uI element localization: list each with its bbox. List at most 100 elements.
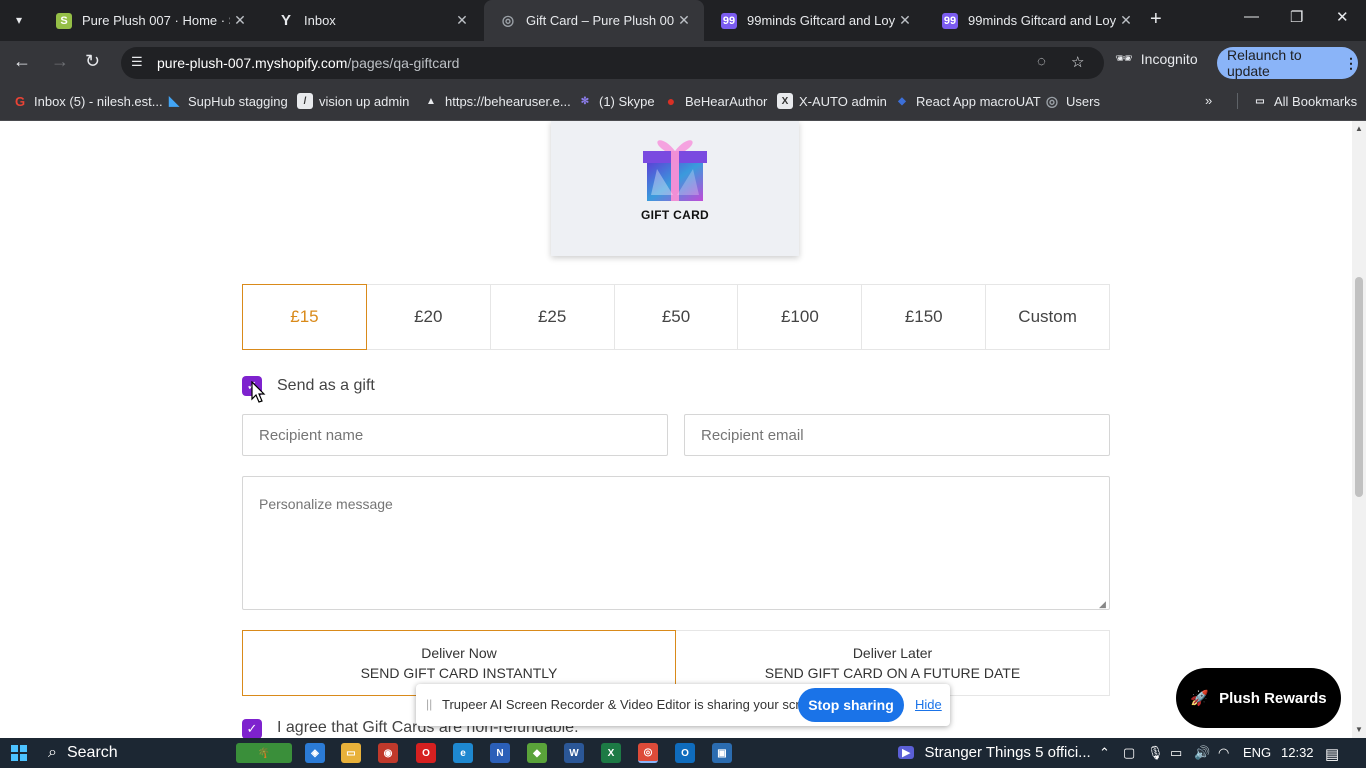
tab-title: Gift Card – Pure Plush 007 bbox=[526, 13, 674, 28]
excel-icon[interactable]: X bbox=[601, 743, 621, 763]
bookmark-users[interactable]: ◎ Users bbox=[1044, 93, 1100, 109]
recipient-name-input[interactable] bbox=[242, 414, 668, 456]
windows-start-icon[interactable] bbox=[11, 745, 27, 761]
file-explorer-icon[interactable]: ▭ bbox=[341, 743, 361, 763]
tab-gift-card[interactable]: ◎ Gift Card – Pure Plush 007 ✕ bbox=[484, 0, 704, 41]
more-bookmarks-icon[interactable]: » bbox=[1205, 93, 1212, 108]
bookmark-vision[interactable]: / vision up admin bbox=[297, 93, 409, 109]
bookmark-behearauthor[interactable]: ● BeHearAuthor bbox=[663, 93, 768, 109]
close-icon[interactable]: ✕ bbox=[674, 12, 694, 29]
app-icon[interactable]: ◆ bbox=[527, 743, 547, 763]
window-close-icon[interactable]: ✕ bbox=[1336, 8, 1349, 26]
close-icon[interactable]: ✕ bbox=[452, 12, 472, 29]
bookmark-suphub[interactable]: ◣ SupHub stagging bbox=[166, 93, 288, 109]
amount-option[interactable]: £20 bbox=[367, 285, 491, 349]
close-icon[interactable]: ✕ bbox=[230, 12, 250, 29]
google-icon: G bbox=[14, 93, 26, 109]
personalize-message-input[interactable] bbox=[242, 476, 1110, 610]
bookmark-xauto[interactable]: X X-AUTO admin bbox=[777, 93, 887, 109]
edge-icon[interactable]: e bbox=[453, 743, 473, 763]
close-icon[interactable]: ✕ bbox=[895, 12, 915, 29]
relaunch-button[interactable]: Relaunch to update ⋮ bbox=[1217, 47, 1358, 79]
microphone-icon[interactable]: 🎙 bbox=[1147, 745, 1164, 761]
share-bar-text: Trupeer AI Screen Recorder & Video Edito… bbox=[442, 697, 825, 712]
url-text: pure-plush-007.myshopify.com/pages/qa-gi… bbox=[157, 55, 460, 71]
deliver-now-title: Deliver Now bbox=[421, 645, 497, 661]
word-icon[interactable]: W bbox=[564, 743, 584, 763]
bookmark-inbox[interactable]: G Inbox (5) - nilesh.est... bbox=[12, 93, 163, 109]
resize-handle-icon[interactable]: ◢ bbox=[1099, 599, 1106, 610]
bookmark-label: React App macroUAT bbox=[916, 93, 1041, 109]
tab-pure-plush-home[interactable]: S Pure Plush 007 · Home · Sho ✕ bbox=[40, 0, 260, 41]
language-indicator[interactable]: ENG bbox=[1243, 745, 1271, 760]
hide-link[interactable]: Hide bbox=[915, 697, 942, 712]
amount-option[interactable]: £150 bbox=[862, 285, 987, 349]
chevron-up-icon[interactable]: ⌃ bbox=[1099, 745, 1110, 761]
send-as-gift-label[interactable]: Send as a gift bbox=[277, 377, 375, 395]
deliver-later-subtitle: SEND GIFT CARD ON A FUTURE DATE bbox=[764, 665, 1021, 681]
scroll-up-icon[interactable]: ▲ bbox=[1355, 124, 1363, 133]
amount-option-custom[interactable]: Custom bbox=[986, 285, 1109, 349]
reload-icon[interactable]: ↻ bbox=[85, 51, 100, 72]
notifications-icon[interactable]: ▤ bbox=[1325, 745, 1339, 763]
bookmark-react[interactable]: ◆ React App macroUAT bbox=[894, 93, 1041, 109]
close-icon[interactable]: ✕ bbox=[1116, 12, 1136, 29]
eye-off-icon[interactable]: ◌ bbox=[1037, 53, 1046, 70]
tab-99minds-2[interactable]: 99 99minds Giftcard and Loyalt ✕ bbox=[926, 0, 1146, 41]
recipient-email-input[interactable] bbox=[684, 414, 1110, 456]
tab-inbox[interactable]: Y Inbox ✕ bbox=[262, 0, 482, 41]
star-icon[interactable]: ☆ bbox=[1071, 53, 1084, 71]
tab-99minds-1[interactable]: 99 99minds Giftcard and Loyalt ✕ bbox=[705, 0, 925, 41]
scroll-thumb[interactable] bbox=[1355, 277, 1363, 497]
copilot-icon[interactable]: ◈ bbox=[305, 743, 325, 763]
app-icon[interactable]: N bbox=[490, 743, 510, 763]
xauto-icon: X bbox=[777, 93, 793, 109]
gift-card-image: GIFT CARD bbox=[551, 121, 799, 256]
tab-search-icon[interactable]: ▾ bbox=[6, 8, 32, 32]
media-widget[interactable]: ▶ Stranger Things 5 offici... bbox=[898, 744, 1091, 761]
bookmark-skype[interactable]: ✻ (1) Skype bbox=[577, 93, 655, 109]
forward-icon[interactable]: → bbox=[51, 51, 69, 72]
minimize-icon[interactable]: — bbox=[1244, 8, 1259, 25]
chrome-icon[interactable]: ◎ bbox=[638, 743, 658, 763]
stop-sharing-button[interactable]: Stop sharing bbox=[798, 688, 904, 722]
battery-icon[interactable]: ▭ bbox=[1170, 745, 1182, 761]
drag-handle-icon[interactable]: || bbox=[426, 697, 432, 711]
amount-option[interactable]: £15 bbox=[242, 284, 367, 350]
bookmarks-bar: G Inbox (5) - nilesh.est... ◣ SupHub stagg… bbox=[0, 85, 1366, 121]
bookmark-label: Inbox (5) - nilesh.est... bbox=[34, 93, 163, 109]
amount-option[interactable]: £100 bbox=[738, 285, 863, 349]
outlook-icon[interactable]: O bbox=[675, 743, 695, 763]
plush-rewards-label: Plush Rewards bbox=[1219, 689, 1327, 707]
wifi-icon[interactable]: ◠ bbox=[1218, 745, 1229, 761]
incognito-indicator[interactable]: 🕶 Incognito bbox=[1115, 50, 1198, 67]
app-icon[interactable]: ▣ bbox=[712, 743, 732, 763]
page-scrollbar[interactable]: ▲ ▼ bbox=[1352, 121, 1366, 738]
bookmark-label: BeHearAuthor bbox=[685, 93, 768, 109]
behear-icon: ● bbox=[666, 93, 676, 109]
site-info-icon[interactable]: ☰ bbox=[131, 54, 143, 70]
amount-option[interactable]: £50 bbox=[615, 285, 739, 349]
widgets-icon[interactable]: 🌴 bbox=[236, 743, 292, 763]
opera-icon[interactable]: O bbox=[416, 743, 436, 763]
vision-icon: / bbox=[297, 93, 313, 109]
react-icon: ◆ bbox=[898, 95, 906, 107]
taskbar-search[interactable]: ⌕ Search bbox=[48, 744, 118, 762]
agree-checkbox[interactable]: ✓ bbox=[242, 719, 262, 738]
amount-option[interactable]: £25 bbox=[491, 285, 615, 349]
back-icon[interactable]: ← bbox=[13, 51, 31, 72]
bookmark-behearuser[interactable]: ▲ https://behearuser.e... bbox=[423, 93, 571, 109]
restore-icon[interactable]: ❐ bbox=[1290, 8, 1303, 26]
windows-taskbar: ⌕ Search 🌴 ◈ ▭ ◉ O e N ◆ W X ◎ O ▣ ▶ Str… bbox=[0, 738, 1366, 768]
volume-icon[interactable]: 🔊 bbox=[1194, 745, 1210, 761]
camera-icon[interactable]: ▢ bbox=[1123, 745, 1135, 761]
new-tab-icon[interactable]: + bbox=[1150, 8, 1162, 31]
scroll-down-icon[interactable]: ▼ bbox=[1355, 725, 1363, 734]
all-bookmarks[interactable]: ▭ All Bookmarks bbox=[1237, 93, 1357, 109]
plush-rewards-button[interactable]: 🚀 Plush Rewards bbox=[1176, 668, 1341, 728]
search-icon: ⌕ bbox=[48, 744, 57, 761]
clock[interactable]: 12:32 bbox=[1281, 745, 1314, 760]
address-bar[interactable]: ☰ pure-plush-007.myshopify.com/pages/qa-… bbox=[121, 47, 1104, 79]
shopify-icon: S bbox=[56, 12, 72, 29]
app-icon[interactable]: ◉ bbox=[378, 743, 398, 763]
